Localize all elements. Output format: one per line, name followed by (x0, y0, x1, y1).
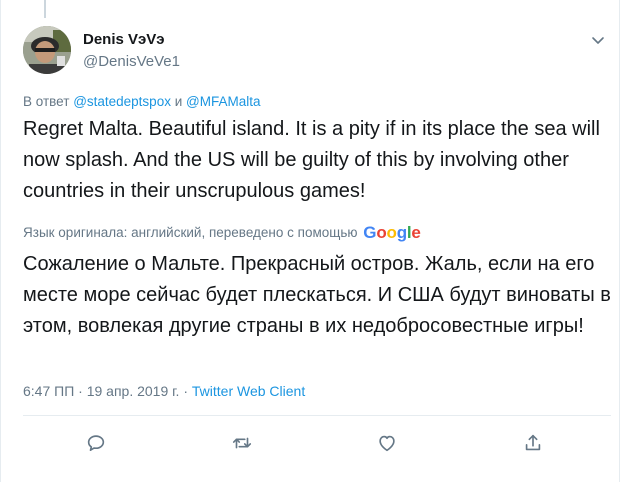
like-icon (379, 435, 395, 452)
share-icon (525, 434, 541, 451)
avatar[interactable] (23, 26, 71, 74)
tweet-card: Denis VэVэ @DenisVeVe1 В ответ @statedep… (0, 0, 620, 482)
share-button[interactable] (520, 430, 546, 456)
reply-prefix: В ответ (23, 94, 70, 109)
meta-separator: · (183, 383, 188, 399)
reply-conjunction: и (174, 94, 183, 109)
translation-attribution-text: Язык оригинала: английский, переведено с… (23, 225, 358, 240)
author-screen-name[interactable]: @DenisVeVe1 (83, 53, 180, 70)
tweet-text: Regret Malta. Beautiful island. It is a … (23, 118, 600, 202)
conversation-thread-line (44, 0, 46, 18)
tweet-metadata: 6:47 ПП · 19 апр. 2019 г. · Twitter Web … (23, 383, 305, 399)
reply-button[interactable] (83, 430, 109, 456)
retweet-button[interactable] (229, 430, 255, 456)
author-display-name[interactable]: Denis VэVэ (83, 31, 165, 48)
chevron-down-icon[interactable] (589, 34, 607, 48)
avatar-photo (23, 26, 71, 74)
translated-tweet-text: Сожаление о Мальте. Прекрасный остров. Ж… (23, 253, 611, 337)
reply-icon (87, 435, 105, 451)
like-button[interactable] (374, 430, 400, 456)
divider (23, 415, 611, 416)
translation-attribution: Язык оригинала: английский, переведено с… (23, 223, 421, 243)
reply-mention-mfamalta[interactable]: @MFAMalta (186, 94, 260, 109)
tweet-client-link[interactable]: Twitter Web Client (192, 383, 305, 399)
reply-mention-statedeptspox[interactable]: @statedeptspox (73, 94, 171, 109)
tweet-timestamp[interactable]: 6:47 ПП · 19 апр. 2019 г. (23, 383, 179, 399)
google-logo[interactable]: Google (363, 223, 421, 243)
reply-context: В ответ @statedeptspox и @MFAMalta (23, 94, 261, 109)
retweet-icon (232, 437, 252, 449)
